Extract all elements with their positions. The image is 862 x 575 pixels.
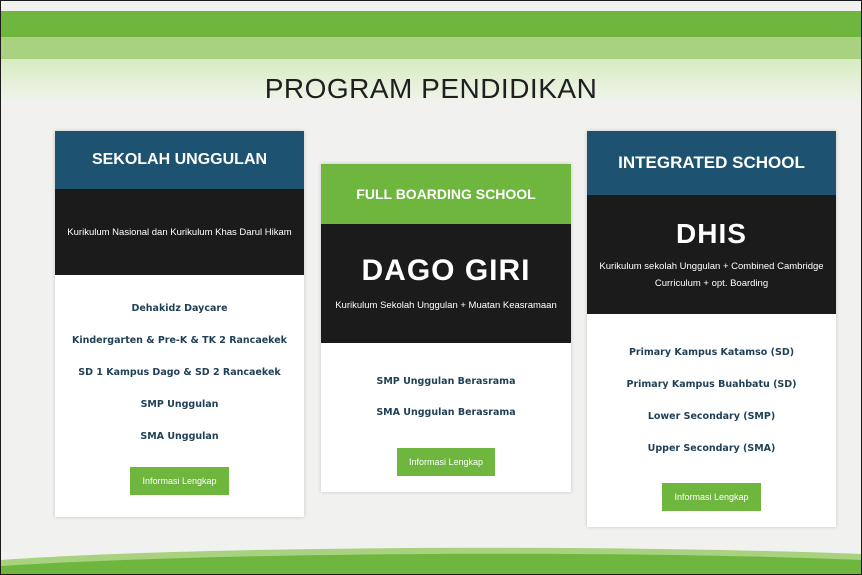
card-description: Kurikulum Sekolah Unggulan + Muatan Keas… [335, 300, 557, 311]
bottom-wave-decoration [1, 547, 861, 574]
list-item: Primary Kampus Buahbatu (SD) [626, 379, 797, 390]
button-wrap: Informasi Lengkap [321, 448, 571, 476]
program-card-integrated-school: INTEGRATED SCHOOL DHIS Kurikulum sekolah… [587, 131, 836, 527]
card-items-list: SMP Unggulan Berasrama SMA Unggulan Bera… [321, 343, 571, 438]
info-button[interactable]: Informasi Lengkap [396, 448, 496, 476]
button-wrap: Informasi Lengkap [587, 483, 836, 511]
list-item: SD 1 Kampus Dago & SD 2 Rancaekek [78, 367, 281, 378]
top-band-dark [1, 11, 861, 37]
card-subtitle: DAGO GIRI [361, 254, 531, 287]
list-item: SMP Unggulan Berasrama [376, 376, 516, 387]
card-description: Kurikulum Nasional dan Kurikulum Khas Da… [67, 226, 292, 238]
list-item: Lower Secondary (SMP) [647, 411, 776, 422]
card-items-list: Primary Kampus Katamso (SD) Primary Kamp… [587, 314, 836, 475]
card-description-block: DHIS Kurikulum sekolah Unggulan + Combin… [587, 195, 836, 314]
program-card-sekolah-unggulan: SEKOLAH UNGGULAN Kurikulum Nasional dan … [55, 131, 304, 517]
card-header: INTEGRATED SCHOOL [587, 131, 836, 195]
button-wrap: Informasi Lengkap [55, 467, 304, 495]
list-item: Primary Kampus Katamso (SD) [628, 347, 795, 358]
top-band-light [1, 37, 861, 59]
list-item: Upper Secondary (SMA) [647, 443, 776, 454]
card-header: FULL BOARDING SCHOOL [321, 164, 571, 224]
page-frame: PROGRAM PENDIDIKAN SEKOLAH UNGGULAN Kuri… [0, 0, 862, 575]
list-item: SMP Unggulan [140, 399, 219, 410]
card-description-block: Kurikulum Nasional dan Kurikulum Khas Da… [55, 189, 304, 275]
card-header: SEKOLAH UNGGULAN [55, 131, 304, 189]
list-item: SMA Unggulan Berasrama [376, 407, 516, 418]
card-items-list: Dehakidz Daycare Kindergarten & Pre-K & … [55, 275, 304, 463]
list-item: Dehakidz Daycare [131, 303, 228, 314]
page-title: PROGRAM PENDIDIKAN [264, 73, 598, 104]
program-card-full-boarding: FULL BOARDING SCHOOL DAGO GIRI Kurikulum… [321, 164, 571, 492]
info-button[interactable]: Informasi Lengkap [130, 467, 229, 495]
list-item: Kindergarten & Pre-K & TK 2 Rancaekek [71, 335, 287, 346]
card-description-block: DAGO GIRI Kurikulum Sekolah Unggulan + M… [321, 224, 571, 343]
card-subtitle: DHIS [676, 217, 747, 249]
card-description: Kurikulum sekolah Unggulan + Combined Ca… [599, 260, 824, 289]
list-item: SMA Unggulan [140, 431, 219, 442]
info-button[interactable]: Informasi Lengkap [662, 483, 761, 511]
